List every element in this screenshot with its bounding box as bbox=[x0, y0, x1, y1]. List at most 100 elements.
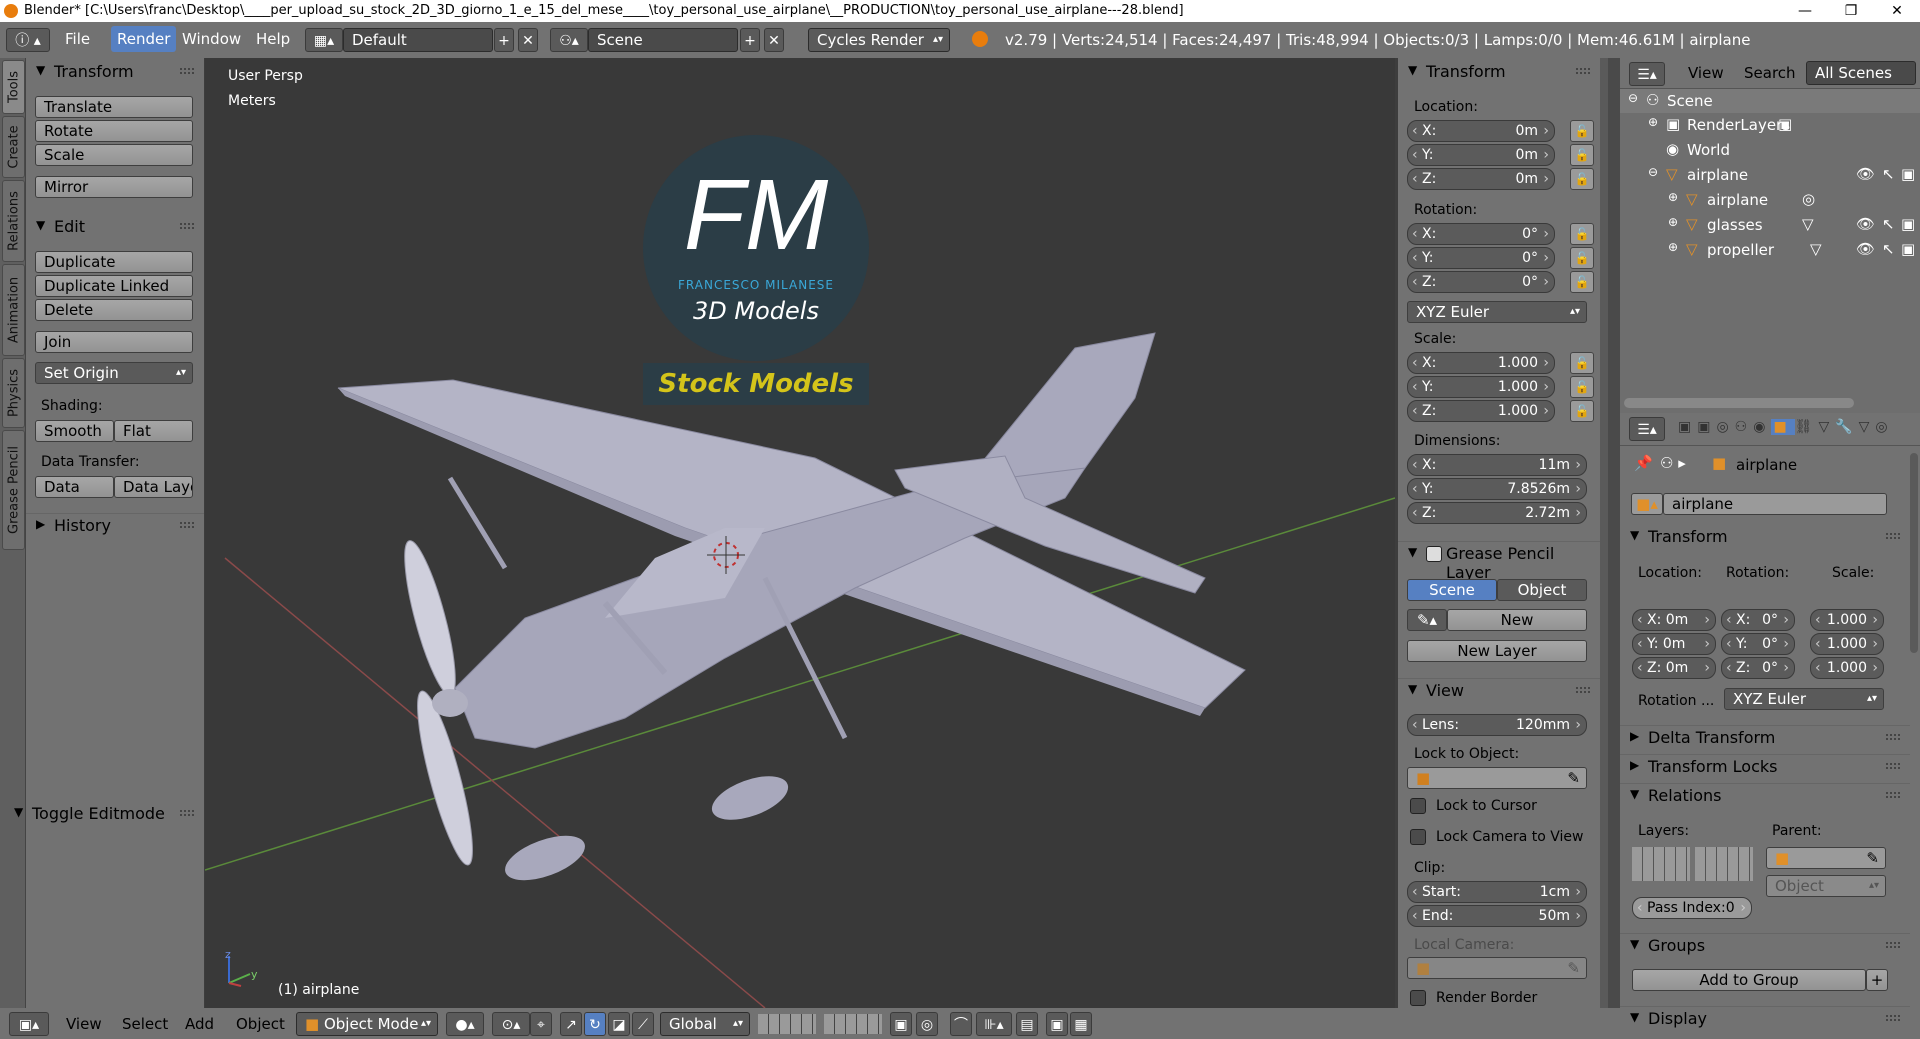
lock-icon[interactable]: 🔓 bbox=[1570, 376, 1594, 398]
location-z-field[interactable]: Z:0m bbox=[1407, 168, 1555, 190]
object-toggle-button[interactable]: Object bbox=[1497, 579, 1587, 601]
lock-icon[interactable]: 🔓 bbox=[1570, 168, 1594, 190]
scene-field[interactable]: Scene bbox=[588, 28, 738, 52]
drag-grip-icon[interactable] bbox=[1886, 734, 1900, 740]
proportional-edit-icon[interactable]: ◎ bbox=[916, 1012, 938, 1036]
lock-object-field[interactable]: ■ ✎ bbox=[1407, 767, 1587, 789]
grease-pencil-checkbox[interactable] bbox=[1426, 546, 1442, 562]
opengl-render-icon[interactable]: ▣ bbox=[1046, 1012, 1068, 1036]
lock-icon[interactable]: 🔓 bbox=[1570, 352, 1594, 374]
close-button[interactable]: ✕ bbox=[1874, 0, 1920, 22]
properties-scrollbar[interactable] bbox=[1910, 453, 1918, 653]
clip-end-field[interactable]: End:50m bbox=[1407, 905, 1587, 927]
scale-z-field[interactable]: Z:1.000 bbox=[1407, 400, 1555, 422]
maximize-button[interactable]: ❐ bbox=[1828, 0, 1874, 22]
lock-icon[interactable]: 🔓 bbox=[1570, 271, 1594, 293]
menu-select[interactable]: Select bbox=[122, 1015, 168, 1033]
flat-button[interactable]: Flat bbox=[114, 420, 193, 442]
location-z-field[interactable]: Z: 0m bbox=[1632, 657, 1716, 679]
camera-render-icon[interactable]: ▣ bbox=[1901, 215, 1915, 233]
eye-icon[interactable]: 👁 bbox=[1856, 215, 1875, 233]
rotation-y-field[interactable]: Y:0° bbox=[1721, 633, 1795, 655]
outliner-row-airplane-mesh[interactable]: ⊕ ▽ airplane ◎ bbox=[1620, 188, 1920, 212]
new-layer-button[interactable]: New Layer bbox=[1407, 640, 1587, 662]
scale-y-field[interactable]: 1.000 bbox=[1810, 633, 1884, 655]
pivot-point-icon[interactable]: ⊙▴ bbox=[492, 1012, 530, 1036]
transform-panel-header[interactable]: ▼ Transform bbox=[1620, 525, 1910, 549]
scale-z-field[interactable]: 1.000 bbox=[1810, 657, 1884, 679]
area-divider[interactable] bbox=[1608, 58, 1620, 1039]
object-datablock-icon[interactable]: ■▴ bbox=[1631, 493, 1663, 515]
layer-grid-b[interactable] bbox=[1695, 847, 1753, 881]
add-group-plus-icon[interactable]: + bbox=[1866, 969, 1888, 991]
tab-physics[interactable]: Physics bbox=[2, 358, 25, 428]
scene-icon[interactable]: ⚇▴ bbox=[550, 28, 588, 52]
drag-grip-icon[interactable] bbox=[1886, 792, 1900, 798]
scene-layers-grid-a[interactable] bbox=[758, 1014, 816, 1034]
layer-lock-icon[interactable]: ▣ bbox=[890, 1012, 912, 1036]
delete-button[interactable]: Delete bbox=[35, 299, 193, 321]
lock-icon[interactable]: 🔓 bbox=[1570, 400, 1594, 422]
outliner-row-world[interactable]: ◉ World bbox=[1620, 138, 1920, 162]
render-engine-select[interactable]: Cycles Render ▴▾ bbox=[808, 28, 950, 52]
display-mode-select[interactable]: All Scenes bbox=[1806, 61, 1916, 85]
location-y-field[interactable]: Y:0m bbox=[1407, 144, 1555, 166]
npanel-scrollbar[interactable] bbox=[1600, 58, 1608, 1008]
menu-file[interactable]: File bbox=[65, 30, 90, 48]
lock-to-cursor-checkbox[interactable] bbox=[1410, 798, 1426, 814]
airplane-model[interactable] bbox=[337, 332, 1246, 889]
set-origin-select[interactable]: Set Origin ▴▾ bbox=[35, 362, 193, 384]
rotate-button[interactable]: Rotate bbox=[35, 120, 193, 142]
lock-icon[interactable]: 🔓 bbox=[1570, 144, 1594, 166]
clip-start-field[interactable]: Start:1cm bbox=[1407, 881, 1587, 903]
parent-type-select[interactable]: Object ▴▾ bbox=[1766, 875, 1886, 897]
drag-grip-icon[interactable] bbox=[1576, 687, 1590, 693]
transform-locks-panel-header[interactable]: ▶ Transform Locks bbox=[1620, 754, 1910, 779]
outliner-row-scene[interactable]: ⊖ ⚇ Scene bbox=[1620, 89, 1920, 113]
data-button[interactable]: Data bbox=[35, 476, 114, 498]
groups-panel-header[interactable]: ▼ Groups bbox=[1620, 933, 1910, 958]
transform-orientation-select[interactable]: Global ▴▾ bbox=[660, 1012, 750, 1036]
scale-manipulator-icon[interactable]: ◪ bbox=[608, 1012, 630, 1036]
drag-grip-icon[interactable] bbox=[180, 810, 194, 816]
properties-context-tabs[interactable]: ▣▣◎⚇◉ ■ ⛓▽🔧▽◎ bbox=[1678, 419, 1894, 435]
rotation-x-field[interactable]: X:0° bbox=[1721, 609, 1795, 631]
drag-grip-icon[interactable] bbox=[1576, 68, 1590, 74]
tab-tools[interactable]: Tools bbox=[2, 60, 25, 114]
toggle-editmode-panel-header[interactable]: ▼ Toggle Editmode bbox=[4, 802, 204, 826]
object-tab-icon[interactable]: ■ bbox=[1771, 419, 1795, 435]
pencil-icon[interactable]: ✎▴ bbox=[1407, 609, 1447, 631]
duplicate-button[interactable]: Duplicate bbox=[35, 251, 193, 273]
lock-icon[interactable]: 🔓 bbox=[1570, 247, 1594, 269]
outliner-search-menu[interactable]: Search bbox=[1744, 64, 1796, 82]
eye-icon[interactable]: 👁 bbox=[1856, 240, 1875, 258]
outliner-row-airplane[interactable]: ⊖ ▽ airplane 👁 ↖ ▣ bbox=[1620, 163, 1920, 187]
menu-render[interactable]: Render bbox=[111, 26, 177, 52]
location-x-field[interactable]: X: 0m bbox=[1632, 609, 1716, 631]
join-button[interactable]: Join bbox=[35, 331, 193, 353]
local-camera-field[interactable]: ■ ✎ bbox=[1407, 957, 1587, 979]
tab-animation[interactable]: Animation bbox=[2, 264, 25, 356]
menu-view[interactable]: View bbox=[66, 1015, 102, 1033]
menu-help[interactable]: Help bbox=[256, 30, 290, 48]
rotation-mode-select[interactable]: XYZ Euler ▴▾ bbox=[1724, 688, 1884, 710]
drag-grip-icon[interactable] bbox=[1886, 942, 1900, 948]
mirror-button[interactable]: Mirror bbox=[35, 176, 193, 198]
pass-index-field[interactable]: Pass Index:0 bbox=[1632, 897, 1752, 919]
data-layout-button[interactable]: Data Layo bbox=[114, 476, 193, 498]
tab-grease-pencil[interactable]: Grease Pencil bbox=[2, 430, 25, 550]
transform-panel-header[interactable]: ▼ Transform bbox=[26, 60, 204, 84]
viewport-shading-icon[interactable]: ●▴ bbox=[446, 1012, 484, 1036]
rotate-manipulator-icon[interactable]: ↻ bbox=[584, 1012, 606, 1036]
outliner-scrollbar[interactable] bbox=[1624, 398, 1854, 408]
history-panel-header[interactable]: ▶ History bbox=[26, 513, 204, 538]
drag-grip-icon[interactable] bbox=[1886, 1015, 1900, 1021]
dimension-z-field[interactable]: Z:2.72m bbox=[1407, 502, 1587, 524]
drag-grip-icon[interactable] bbox=[1886, 763, 1900, 769]
cursor-select-icon[interactable]: ↖ bbox=[1882, 240, 1895, 258]
snap-target-icon[interactable]: ▤ bbox=[1016, 1012, 1038, 1036]
add-scene-icon[interactable]: + bbox=[740, 28, 760, 52]
interaction-mode-select[interactable]: ■ Object Mode ▴▾ bbox=[296, 1012, 438, 1036]
tab-relations[interactable]: Relations bbox=[2, 180, 25, 262]
lock-icon[interactable]: 🔓 bbox=[1570, 223, 1594, 245]
